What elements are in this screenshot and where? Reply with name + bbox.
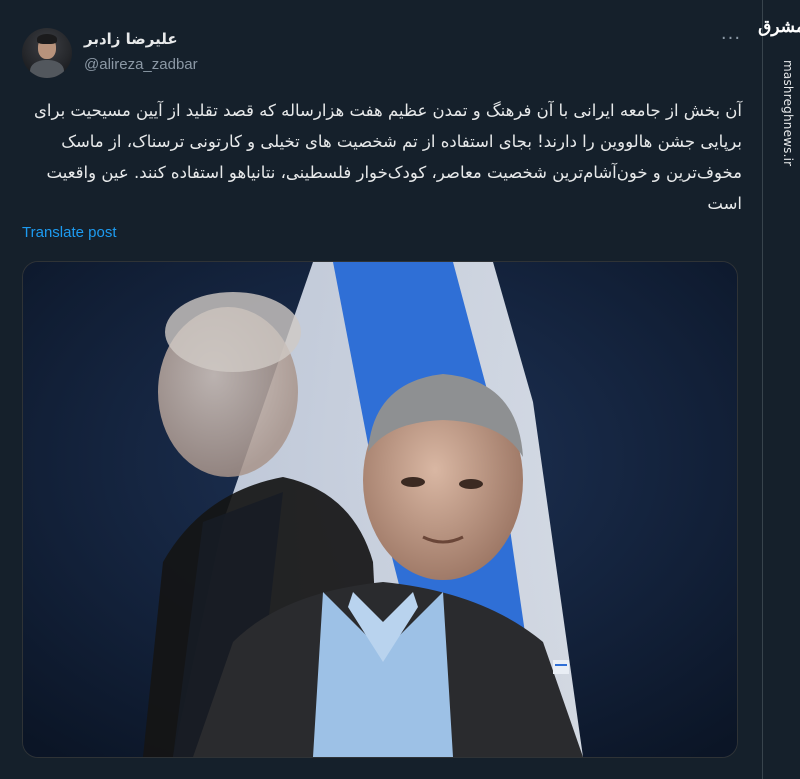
watermark-url: mashreghnews.ir (781, 60, 795, 167)
watermark-logo: مشرق (758, 17, 800, 37)
avatar-hair (37, 34, 57, 44)
avatar[interactable] (22, 28, 72, 78)
translate-post-link[interactable]: Translate post (22, 224, 117, 241)
avatar-body (30, 60, 64, 78)
more-options-icon[interactable]: ··· (716, 30, 746, 52)
author-handle[interactable]: @alireza_zadbar (84, 56, 198, 73)
author-name[interactable]: علیرضا زادبر (84, 30, 178, 48)
watermark-strip: مشرق mashreghnews.ir (758, 0, 800, 779)
photo-icon (23, 262, 737, 757)
tweet-photo[interactable] (22, 261, 738, 758)
tweet-text: آن بخش از جامعه ایرانی با آن فرهنگ و تمد… (33, 101, 742, 213)
tweet-header: علیرضا زادبر @alireza_zadbar ··· (22, 28, 742, 82)
tweet-card: علیرضا زادبر @alireza_zadbar ··· آن بخش … (0, 0, 763, 779)
